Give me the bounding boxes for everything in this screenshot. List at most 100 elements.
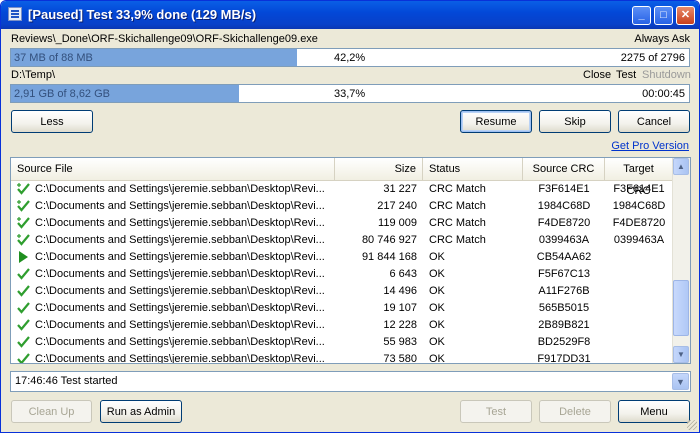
row-source-crc: F4DE8720	[537, 217, 591, 229]
file-list[interactable]: Source File Size Status Source CRC Targe…	[10, 157, 691, 364]
resume-button[interactable]: Resume	[460, 110, 532, 133]
log-selected-text: 17:46:46 Test started	[15, 375, 118, 387]
row-file: C:\Documents and Settings\jeremie.sebban…	[35, 234, 325, 246]
check-icon	[17, 353, 31, 363]
cancel-button[interactable]: Cancel	[618, 110, 690, 133]
resize-grip[interactable]	[687, 420, 697, 430]
row-target-crc	[605, 283, 673, 300]
row-source-crc: F917DD31	[537, 353, 591, 364]
table-row[interactable]: C:\Documents and Settings\jeremie.sebban…	[11, 215, 673, 232]
skip-button[interactable]: Skip	[539, 110, 611, 133]
menu-button[interactable]: Menu	[618, 400, 690, 423]
row-size: 119 009	[378, 217, 417, 229]
target-folder: D:\Temp\	[11, 69, 56, 81]
row-target-crc	[605, 317, 673, 334]
scroll-thumb[interactable]	[673, 280, 689, 336]
row-source-crc: CB54AA62	[536, 251, 592, 263]
test-button[interactable]: Test	[460, 400, 532, 423]
row-target-crc: 0399463A	[613, 234, 665, 246]
row-status: CRC Match	[429, 200, 486, 212]
delete-button[interactable]: Delete	[539, 400, 611, 423]
row-target-crc	[605, 351, 673, 363]
row-status: OK	[429, 319, 445, 331]
file-size-text: 37 MB of 88 MB	[14, 52, 93, 64]
scroll-up-button[interactable]: ▲	[673, 158, 689, 175]
table-row[interactable]: C:\Documents and Settings\jeremie.sebban…	[11, 266, 673, 283]
test-option[interactable]: Test	[616, 69, 636, 81]
row-file: C:\Documents and Settings\jeremie.sebban…	[35, 353, 325, 364]
row-size: 80 746 927	[361, 234, 417, 246]
chevron-down-icon: ▼	[676, 376, 685, 387]
arrow-down-icon: ▼	[677, 350, 685, 359]
row-size: 12 228	[383, 319, 417, 331]
row-source-crc: 1984C68D	[537, 200, 591, 212]
run-as-admin-button[interactable]: Run as Admin	[100, 400, 182, 423]
total-percent: 33,7%	[334, 88, 366, 100]
row-status: OK	[429, 336, 445, 348]
log-combobox[interactable]: 17:46:46 Test started ▼	[10, 371, 691, 392]
app-window: [Paused] Test 33,9% done (129 MB/s) _ □ …	[0, 0, 700, 433]
row-file: C:\Documents and Settings\jeremie.sebban…	[35, 251, 325, 263]
row-target-crc: F4DE8720	[612, 217, 666, 229]
maximize-icon: □	[660, 9, 667, 21]
row-file: C:\Documents and Settings\jeremie.sebban…	[35, 336, 325, 348]
table-row[interactable]: C:\Documents and Settings\jeremie.sebban…	[11, 283, 673, 300]
row-status: CRC Match	[429, 217, 486, 229]
row-size: 19 107	[383, 302, 417, 314]
col-status[interactable]: Status	[423, 158, 523, 180]
row-source-crc: F5F67C13	[538, 268, 590, 280]
file-count: 2275 of 2796	[620, 52, 685, 64]
row-target-crc	[605, 300, 673, 317]
elapsed-time: 00:00:45	[642, 88, 685, 100]
file-progress-bar: 37 MB of 88 MB 42,2% 2275 of 2796	[10, 48, 690, 67]
row-size: 6 643	[389, 268, 417, 280]
arrow-up-icon: ▲	[677, 162, 685, 171]
minimize-icon: _	[638, 9, 645, 21]
row-size: 55 983	[383, 336, 417, 348]
shutdown-option[interactable]: Shutdown	[642, 69, 691, 81]
total-progress-bar: 2,91 GB of 8,62 GB 33,7% 00:00:45	[10, 84, 690, 103]
table-row[interactable]: C:\Documents and Settings\jeremie.sebban…	[11, 181, 673, 198]
col-size[interactable]: Size	[335, 158, 423, 180]
row-source-crc: A11F276B	[538, 285, 590, 297]
table-row[interactable]: C:\Documents and Settings\jeremie.sebban…	[11, 351, 673, 364]
table-row[interactable]: C:\Documents and Settings\jeremie.sebban…	[11, 317, 673, 334]
row-status: OK	[429, 268, 445, 280]
get-pro-link[interactable]: Get Pro Version	[611, 140, 689, 152]
row-status: OK	[429, 302, 445, 314]
table-row[interactable]: C:\Documents and Settings\jeremie.sebban…	[11, 198, 673, 215]
row-target-crc	[605, 249, 673, 266]
col-source-crc[interactable]: Source CRC	[523, 158, 605, 180]
close-button[interactable]: ✕	[676, 6, 695, 25]
row-source-crc: BD2529F8	[537, 336, 591, 348]
table-row[interactable]: C:\Documents and Settings\jeremie.sebban…	[11, 249, 673, 266]
row-source-crc: 0399463A	[538, 234, 590, 246]
row-file: C:\Documents and Settings\jeremie.sebban…	[35, 319, 325, 331]
row-size: 14 496	[383, 285, 417, 297]
row-file: C:\Documents and Settings\jeremie.sebban…	[35, 200, 325, 212]
row-size: 73 580	[383, 353, 417, 364]
scroll-down-button[interactable]: ▼	[673, 346, 689, 363]
col-target-crc[interactable]: Target CRC	[605, 158, 673, 197]
row-file: C:\Documents and Settings\jeremie.sebban…	[35, 268, 325, 280]
less-button[interactable]: Less	[11, 110, 93, 133]
close-option[interactable]: Close	[583, 69, 611, 81]
row-status: CRC Match	[429, 183, 486, 195]
row-status: CRC Match	[429, 234, 486, 246]
list-scrollbar[interactable]: ▲ ▼	[672, 158, 690, 363]
minimize-button[interactable]: _	[632, 6, 651, 25]
title-bar[interactable]: [Paused] Test 33,9% done (129 MB/s) _ □ …	[1, 1, 699, 29]
row-status: OK	[429, 285, 445, 297]
app-icon	[8, 7, 22, 21]
clean-up-button[interactable]: Clean Up	[11, 400, 92, 423]
table-row[interactable]: C:\Documents and Settings\jeremie.sebban…	[11, 334, 673, 351]
col-source-file[interactable]: Source File	[11, 158, 335, 180]
dropdown-button[interactable]: ▼	[672, 373, 689, 390]
table-row[interactable]: C:\Documents and Settings\jeremie.sebban…	[11, 300, 673, 317]
row-size: 91 844 168	[361, 251, 417, 263]
row-file: C:\Documents and Settings\jeremie.sebban…	[35, 183, 325, 195]
table-row[interactable]: C:\Documents and Settings\jeremie.sebban…	[11, 232, 673, 249]
overwrite-mode-link[interactable]: Always Ask	[634, 33, 690, 45]
row-size: 31 227	[383, 183, 417, 195]
maximize-button[interactable]: □	[654, 6, 673, 25]
